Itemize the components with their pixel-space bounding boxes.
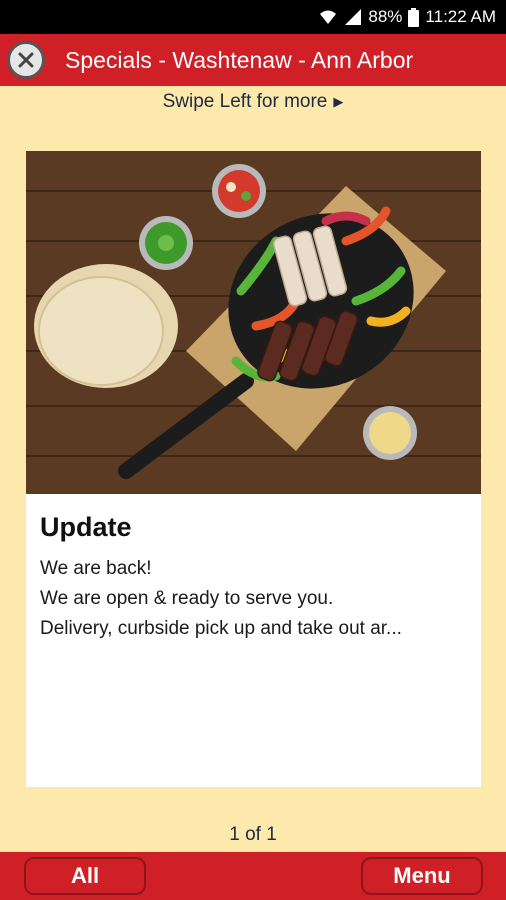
swipe-hint: Swipe Left for more ▶ xyxy=(0,86,506,118)
swipe-hint-text: Swipe Left for more xyxy=(162,91,328,112)
close-button[interactable] xyxy=(7,41,45,79)
menu-button[interactable]: Menu xyxy=(361,857,483,895)
description-line: We are back! xyxy=(40,558,152,579)
battery-percent: 88% xyxy=(368,7,403,26)
description-line: Delivery, curbside pick up and take out … xyxy=(40,618,402,639)
clock: 11:22 AM xyxy=(425,7,496,26)
battery-icon xyxy=(408,7,420,27)
signal-icon xyxy=(344,8,362,26)
bottom-bar: All Menu xyxy=(0,852,506,900)
play-arrow-icon: ▶ xyxy=(333,94,344,109)
description-line: We are open & ready to serve you. xyxy=(40,588,334,609)
special-title: Update xyxy=(40,512,132,542)
page-title: Specials - Washtenaw - Ann Arbor xyxy=(65,46,414,73)
wifi-icon xyxy=(318,8,338,26)
all-button[interactable]: All xyxy=(24,857,146,895)
status-bar: 88% 11:22 AM xyxy=(0,0,506,34)
fajitas-skillet-image xyxy=(26,151,481,494)
special-card[interactable]: Update We are back! We are open & ready … xyxy=(26,151,481,787)
special-description: We are back! We are open & ready to serv… xyxy=(40,554,470,644)
close-icon xyxy=(18,52,34,68)
page-indicator: 1 of 1 xyxy=(229,824,277,845)
header-bar: Specials - Washtenaw - Ann Arbor xyxy=(0,34,506,86)
